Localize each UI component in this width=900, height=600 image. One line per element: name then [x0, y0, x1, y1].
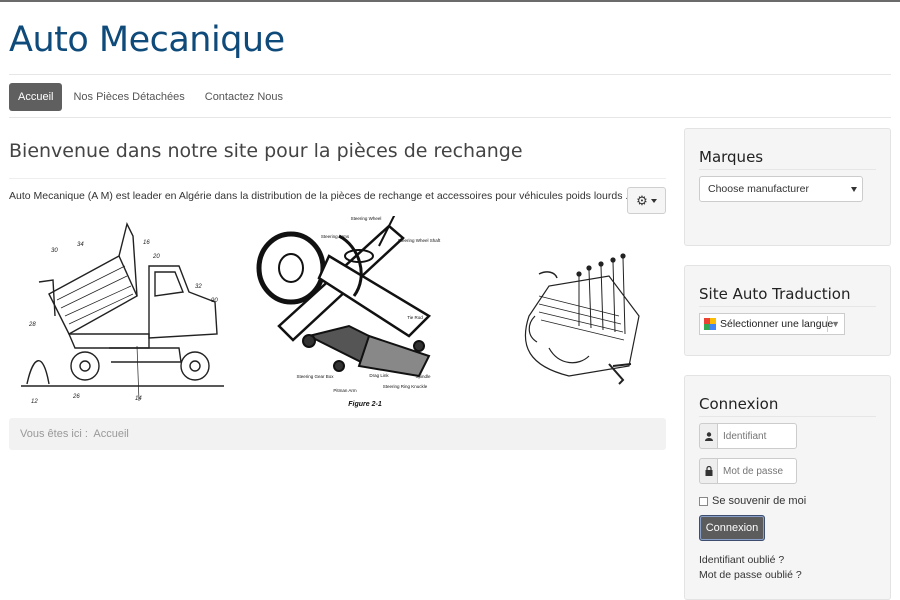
select-value: Sélectionner une langue [720, 318, 834, 330]
truck-label: 30 [51, 248, 58, 254]
pickup-bed-image [524, 253, 640, 385]
translate-module: Site Auto Traduction Sélectionner une la… [684, 265, 891, 356]
intro-text: Auto Mecanique (A M) est leader en Algér… [9, 190, 638, 202]
password-input[interactable] [717, 458, 797, 484]
login-module: Connexion Se souvenir de moi Connexion I… [684, 375, 891, 600]
truck-label: 16 [143, 240, 150, 246]
select-value: Choose manufacturer [708, 183, 809, 195]
remember-checkbox[interactable] [699, 496, 708, 506]
caret-down-icon [650, 198, 657, 203]
steering-label: Pitman Arm [333, 388, 357, 393]
module-title: Connexion [699, 395, 779, 413]
remember-me: Se souvenir de moi [699, 493, 876, 509]
steering-label: Tie Rod [407, 315, 423, 320]
site-title[interactable]: Auto Mecanique [9, 20, 285, 60]
truck-label: 34 [77, 242, 84, 248]
truck-label: 14 [135, 396, 142, 402]
truck-label: 32 [195, 284, 202, 290]
divider [9, 178, 666, 179]
manufacturer-module: Marques Choose manufacturer [684, 128, 891, 246]
article-images: 30 34 16 20 32 90 28 12 26 14 Steering W… [21, 216, 640, 408]
password-group [699, 458, 876, 484]
truck-label: 20 [152, 254, 160, 260]
divider [699, 416, 876, 417]
truck-label: 26 [72, 394, 80, 400]
divider [699, 169, 876, 170]
steering-label: Spindle [415, 374, 431, 379]
main-content: Bienvenue dans notre site pour la pièces… [9, 128, 666, 450]
user-icon [699, 423, 717, 449]
article-tools-button[interactable]: ⚙ [627, 187, 666, 214]
steering-caption: Figure 2-1 [348, 401, 382, 408]
steering-label: Steering Arms [321, 234, 350, 239]
top-border [0, 0, 900, 2]
breadcrumb-current[interactable]: Accueil [93, 428, 128, 440]
forgot-username-link[interactable]: Identifiant oublié ? [699, 553, 876, 568]
breadcrumb-prefix: Vous êtes ici : [20, 428, 88, 440]
chevron-down-icon [851, 187, 857, 192]
username-input[interactable] [717, 423, 797, 449]
nav-item-pieces[interactable]: Nos Pièces Détachées [64, 83, 193, 111]
steering-label: Steering Wheel [351, 216, 382, 221]
nav-item-accueil[interactable]: Accueil [9, 83, 63, 111]
truck-label: 90 [211, 298, 218, 304]
divider [9, 74, 891, 75]
truck-label: 28 [28, 322, 36, 328]
steering-label: Steering Ring Knuckle [383, 384, 428, 389]
breadcrumb: Vous êtes ici : Accueil [9, 418, 666, 450]
google-translate-icon [704, 318, 716, 330]
divider [699, 306, 876, 307]
lock-icon [699, 458, 717, 484]
gear-icon: ⚙ [636, 192, 648, 208]
nav-item-contact[interactable]: Contactez Nous [196, 83, 292, 111]
module-title: Marques [699, 148, 764, 166]
login-button[interactable]: Connexion [699, 515, 765, 541]
divider [9, 117, 891, 118]
module-title: Site Auto Traduction [699, 285, 851, 303]
forgot-password-link[interactable]: Mot de passe oublié ? [699, 568, 876, 583]
truck-label: 12 [31, 399, 38, 405]
language-select[interactable]: Sélectionner une langue ▼ [699, 313, 845, 335]
page-heading: Bienvenue dans notre site pour la pièces… [9, 140, 523, 162]
username-group [699, 423, 876, 449]
divider [827, 316, 828, 332]
chevron-down-icon: ▼ [831, 319, 840, 329]
steering-label: Steering Wheel Shaft [398, 238, 441, 243]
steering-label: Drag Link [369, 373, 389, 378]
manufacturer-select[interactable]: Choose manufacturer [699, 176, 863, 202]
steering-label: Steering Gear Box [296, 374, 334, 379]
main-nav: Accueil Nos Pièces Détachées Contactez N… [9, 83, 292, 111]
remember-label[interactable]: Se souvenir de moi [712, 495, 806, 507]
